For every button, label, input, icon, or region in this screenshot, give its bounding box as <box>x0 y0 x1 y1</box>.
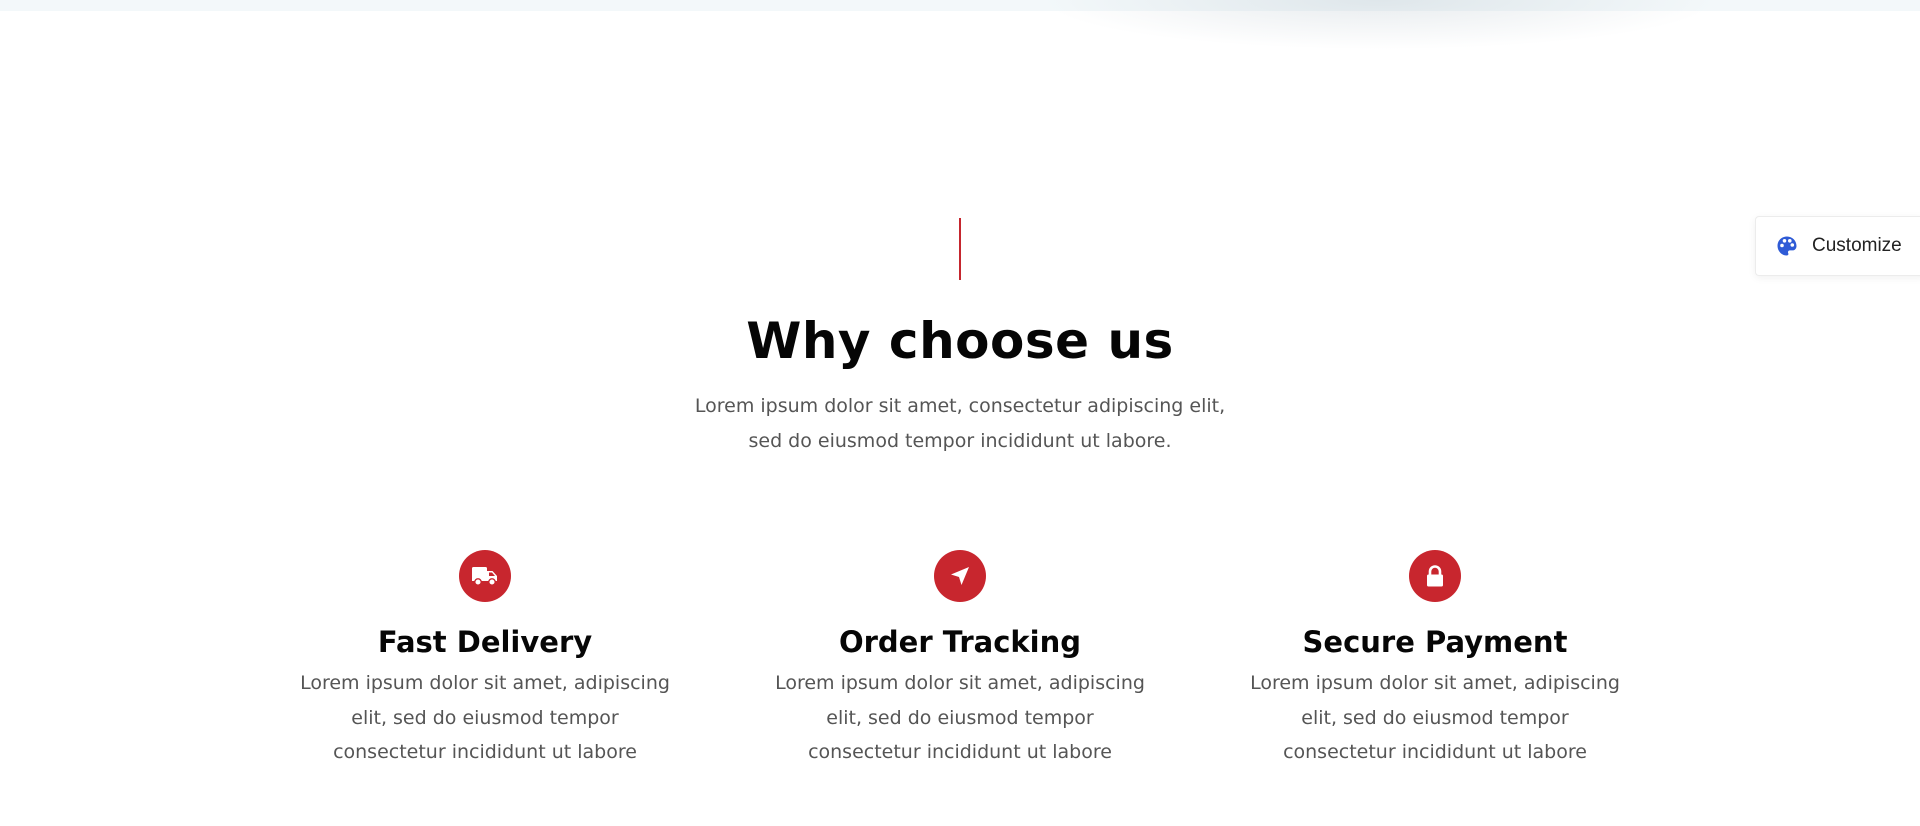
customize-label: Customize <box>1812 235 1902 256</box>
features-row: Fast Delivery Lorem ipsum dolor sit amet… <box>0 550 1920 790</box>
section-subtitle: Lorem ipsum dolor sit amet, consectetur … <box>694 395 1226 452</box>
palette-icon <box>1776 235 1798 257</box>
feature-description: Lorem ipsum dolor sit amet, adipiscing e… <box>1250 672 1620 763</box>
feature-secure-payment: Secure Payment Lorem ipsum dolor sit ame… <box>1245 550 1625 770</box>
section-divider <box>959 218 961 280</box>
location-arrow-icon <box>934 550 986 602</box>
feature-title: Fast Delivery <box>377 625 593 659</box>
feature-title: Secure Payment <box>1302 625 1568 659</box>
truck-icon <box>459 550 511 602</box>
feature-title: Order Tracking <box>838 625 1082 659</box>
lock-icon <box>1409 550 1461 602</box>
feature-description: Lorem ipsum dolor sit amet, adipiscing e… <box>300 672 670 763</box>
feature-description: Lorem ipsum dolor sit amet, adipiscing e… <box>775 672 1145 763</box>
feature-order-tracking: Order Tracking Lorem ipsum dolor sit ame… <box>770 550 1150 770</box>
section-heading: Why choose us <box>746 312 1174 370</box>
feature-fast-delivery: Fast Delivery Lorem ipsum dolor sit amet… <box>295 550 675 770</box>
top-shadow <box>1040 0 1720 50</box>
customize-button[interactable]: Customize <box>1755 216 1920 276</box>
